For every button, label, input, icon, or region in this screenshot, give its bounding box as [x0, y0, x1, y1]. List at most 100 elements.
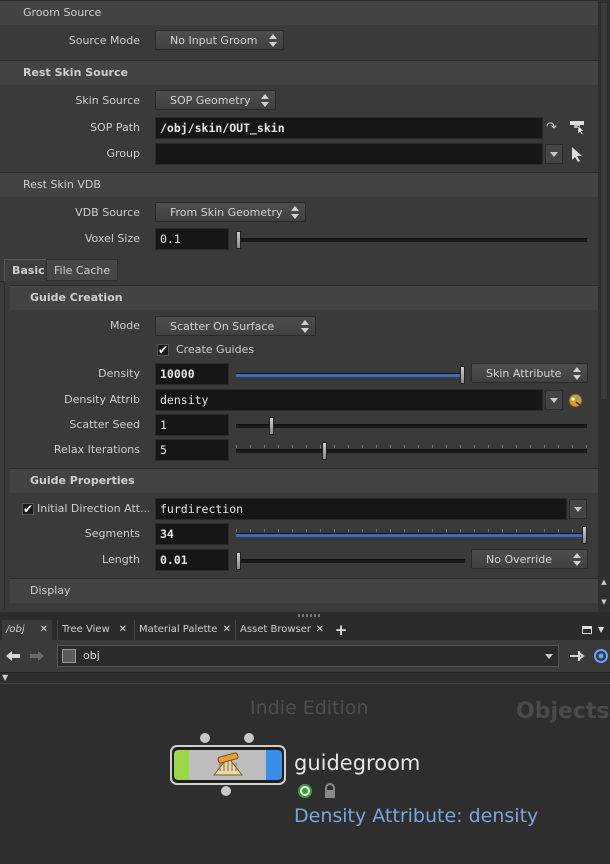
vdb-source-menu[interactable]: From Skin Geometry — [155, 202, 306, 222]
close-icon[interactable]: ✕ — [316, 620, 324, 640]
display-flag-icon[interactable] — [297, 783, 313, 799]
slider-handle[interactable] — [269, 417, 275, 435]
voxel-size-slider[interactable] — [236, 231, 587, 249]
parameter-scrollbar[interactable]: ▲ ▼ — [598, 0, 610, 612]
chevron-down-icon[interactable]: ▼ — [598, 620, 608, 640]
segments-slider[interactable] — [236, 526, 587, 544]
sop-path-label: SOP Path — [90, 121, 140, 134]
jump-icon[interactable] — [593, 648, 609, 664]
length-slider[interactable] — [236, 552, 465, 570]
rest-skin-vdb-title: Rest Skin VDB — [23, 178, 101, 191]
select-pointer-icon[interactable] — [570, 146, 584, 162]
initial-direction-field[interactable]: furdirection — [155, 498, 567, 520]
menu-arrows-icon — [267, 34, 279, 48]
group-dropdown-button[interactable] — [545, 144, 563, 164]
menu-arrows-icon — [289, 206, 301, 220]
rest-skin-source-header[interactable]: Rest Skin Source — [0, 60, 598, 85]
sop-path-field[interactable]: /obj/skin/OUT_skin — [155, 117, 543, 139]
slider-handle[interactable] — [582, 526, 587, 544]
scroll-down-icon[interactable]: ▼ — [600, 598, 608, 606]
scrollbar-thumb[interactable] — [600, 2, 608, 400]
create-guides-checkbox[interactable]: ✔ — [157, 344, 169, 356]
lock-icon[interactable] — [322, 783, 338, 799]
node-left-flag[interactable] — [174, 750, 189, 780]
path-dropdown-icon[interactable] — [542, 646, 556, 666]
density-source-menu[interactable]: Skin Attribute — [471, 363, 588, 383]
group-field[interactable] — [155, 143, 543, 165]
rest-skin-vdb-header[interactable]: Rest Skin VDB — [0, 172, 598, 197]
relax-iterations-label: Relax Iterations — [53, 443, 140, 456]
node-output-connector[interactable] — [221, 786, 231, 796]
watermark-context: Objects — [516, 699, 610, 724]
guide-properties-header[interactable]: Guide Properties — [10, 468, 598, 493]
pin-icon[interactable] — [569, 648, 585, 664]
length-field[interactable]: 0.01 — [155, 549, 229, 571]
voxel-size-label: Voxel Size — [84, 232, 140, 245]
length-override-value: No Override — [486, 553, 553, 566]
slider-fill — [236, 534, 587, 537]
group-label: Group — [106, 147, 141, 160]
pane-tab-obj[interactable]: /obj ✕ — [2, 620, 52, 640]
pane-splitter[interactable] — [0, 612, 610, 620]
initial-direction-checkbox[interactable]: ✔ — [22, 503, 34, 515]
segments-ticks — [236, 529, 587, 532]
groom-source-header[interactable]: Groom Source — [0, 0, 598, 25]
scatter-seed-slider[interactable] — [236, 417, 587, 435]
display-title: Display — [30, 584, 71, 597]
path-field[interactable]: obj — [57, 645, 559, 667]
jump-to-path-icon[interactable]: ↷ — [546, 120, 562, 136]
plus-icon[interactable]: + — [333, 620, 349, 640]
pane-menu-icon[interactable] — [582, 626, 592, 634]
vdb-source-value: From Skin Geometry — [170, 206, 283, 219]
density-attrib-field[interactable]: density — [155, 389, 543, 411]
density-field[interactable]: 10000 — [155, 363, 229, 385]
density-attrib-dropdown-button[interactable] — [545, 390, 563, 410]
pane-tab-material-palette[interactable]: Material Palette ✕ — [134, 620, 235, 640]
node-right-flag[interactable] — [266, 750, 282, 780]
relax-iterations-ticks — [236, 445, 587, 448]
skin-source-label: Skin Source — [75, 94, 140, 107]
tab-file-cache[interactable]: File Cache — [46, 259, 119, 281]
slider-handle[interactable] — [321, 442, 327, 460]
close-icon[interactable]: ✕ — [119, 620, 127, 640]
mode-menu[interactable]: Scatter On Surface — [155, 316, 316, 336]
density-slider[interactable] — [236, 366, 465, 384]
menu-arrows-icon — [259, 94, 271, 108]
node-input-connector[interactable] — [200, 733, 210, 743]
mode-value: Scatter On Surface — [170, 320, 275, 333]
skin-source-menu[interactable]: SOP Geometry — [155, 90, 276, 110]
source-mode-menu[interactable]: No Input Groom — [155, 30, 284, 50]
node-chooser-icon[interactable] — [569, 119, 587, 136]
network-menu-toggle-icon[interactable]: ▼ — [2, 673, 12, 683]
guide-creation-header[interactable]: Guide Creation — [10, 285, 598, 310]
mode-label: Mode — [110, 319, 140, 332]
menu-arrows-icon — [571, 367, 583, 381]
guidegroom-node[interactable] — [170, 745, 286, 785]
node-input-connector[interactable] — [244, 733, 254, 743]
network-editor[interactable]: ▼ Indie Edition Objects guidegroom Densi… — [0, 672, 610, 864]
menu-arrows-icon — [299, 320, 311, 334]
slider-handle[interactable] — [460, 366, 465, 384]
initial-direction-dropdown-button[interactable] — [569, 499, 587, 519]
node-name[interactable]: guidegroom — [294, 751, 420, 775]
scroll-up-icon[interactable]: ▲ — [600, 578, 608, 586]
length-override-menu[interactable]: No Override — [471, 549, 588, 569]
source-mode-label: Source Mode — [68, 34, 140, 47]
pane-tab-asset-browser[interactable]: Asset Browser ✕ — [235, 620, 328, 640]
density-label: Density — [98, 367, 140, 380]
back-arrow-icon[interactable] — [5, 648, 21, 664]
slider-handle[interactable] — [236, 552, 241, 570]
relax-iterations-field[interactable]: 5 — [155, 439, 229, 461]
scatter-seed-field[interactable]: 1 — [155, 414, 229, 436]
slider-handle[interactable] — [236, 231, 241, 249]
paint-attribute-icon[interactable] — [568, 393, 583, 408]
relax-iterations-slider[interactable] — [236, 442, 587, 460]
close-icon[interactable]: ✕ — [223, 620, 231, 640]
segments-field[interactable]: 34 — [155, 523, 229, 545]
close-icon[interactable]: ✕ — [40, 620, 48, 640]
forward-arrow-icon[interactable] — [29, 648, 45, 664]
display-header[interactable]: Display — [10, 578, 598, 603]
pane-tab-tree-view[interactable]: Tree View ✕ — [57, 620, 131, 640]
segments-label: Segments — [84, 527, 140, 540]
voxel-size-field[interactable]: 0.1 — [155, 228, 229, 250]
